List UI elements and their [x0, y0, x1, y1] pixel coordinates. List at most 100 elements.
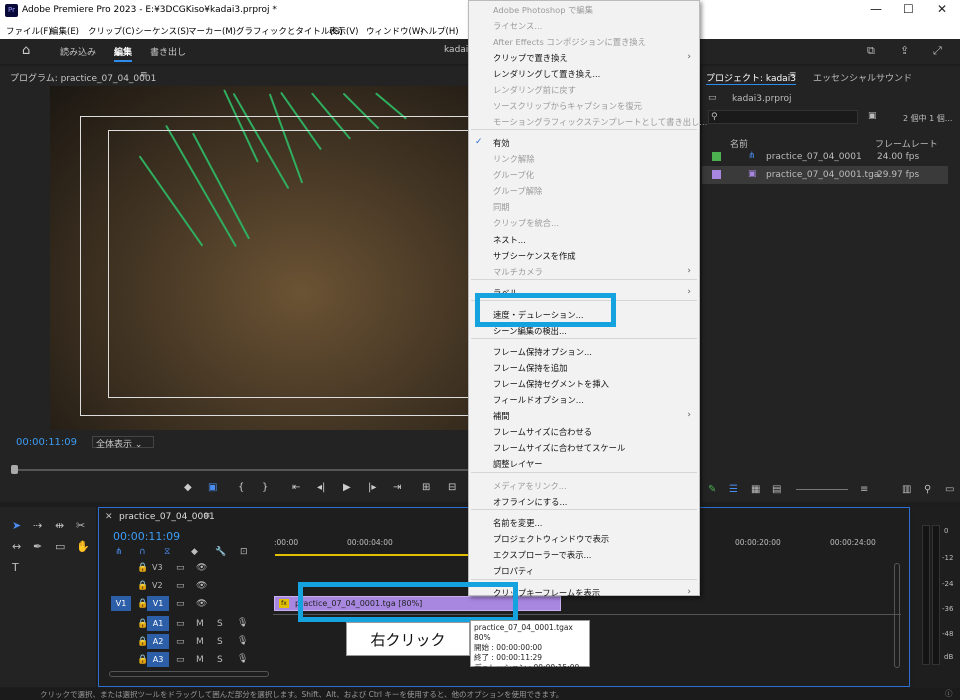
nest-icon[interactable]: ⋔ [115, 547, 123, 557]
safe-margins-icon[interactable]: ▣ [208, 482, 217, 493]
list-item[interactable]: ⋔ practice_07_04_0001 24.00 fps [702, 148, 948, 166]
maximize-button[interactable]: ☐ [903, 2, 914, 16]
linked-selection-icon[interactable]: ⧖ [164, 547, 170, 557]
context-menu-item[interactable]: フレームサイズに合わせる [493, 426, 592, 438]
find-icon[interactable]: ⚲ [924, 484, 931, 495]
timeline-tab[interactable]: practice_07_04_0001 [119, 512, 215, 522]
track-name[interactable]: A3 [147, 652, 169, 667]
eye-icon[interactable]: 👁 [196, 581, 207, 591]
tab-essential-sound[interactable]: エッセンシャルサウンド [813, 71, 912, 84]
pen-icon[interactable]: ✒ [33, 540, 42, 553]
slip-icon[interactable]: ↔ [12, 540, 21, 553]
close-icon[interactable]: ✕ [105, 512, 113, 522]
mark-out-icon[interactable]: } [262, 482, 268, 493]
step-back-icon[interactable]: ◂| [317, 482, 325, 493]
context-menu-item[interactable]: 有効 [493, 137, 510, 149]
lift-icon[interactable]: ⊞ [422, 482, 430, 493]
timeline-timecode[interactable]: 00:00:11:09 [113, 530, 180, 543]
horizontal-scrollbar[interactable] [109, 671, 269, 677]
zoom-select[interactable]: 全体表示 ⌄ [92, 436, 154, 450]
sync-icon[interactable]: ▭ [176, 655, 185, 665]
solo-button[interactable]: S [217, 637, 223, 647]
selection-tool-icon[interactable]: ➤ [12, 519, 21, 532]
context-menu-item[interactable]: プロパティ [493, 565, 534, 577]
minimize-button[interactable]: — [870, 2, 882, 16]
context-menu-item[interactable]: ネスト... [493, 234, 526, 246]
share-icon[interactable]: ⇪ [900, 44, 909, 57]
mute-button[interactable]: M [196, 619, 204, 629]
context-menu-item[interactable]: オフラインにする... [493, 496, 567, 508]
playhead-scrubber[interactable] [14, 469, 468, 471]
mic-icon[interactable]: 🎙 [237, 618, 248, 628]
marker-icon[interactable]: ◆ [184, 482, 192, 493]
captions-icon[interactable]: ⊡ [240, 547, 248, 557]
menu-help[interactable]: ヘルプ(H) [420, 25, 459, 37]
panel-menu-icon[interactable]: ≡ [789, 70, 797, 80]
context-menu-item[interactable]: サブシーケンスを作成 [493, 250, 576, 262]
automate-icon[interactable]: ▥ [902, 484, 911, 495]
menu-view[interactable]: 表示(V) [329, 25, 358, 37]
sync-icon[interactable]: ▭ [176, 581, 185, 591]
info-icon[interactable]: ⓘ [945, 688, 953, 699]
lock-icon[interactable]: 🔒 [137, 581, 148, 591]
go-to-out-icon[interactable]: ⇥ [393, 482, 401, 493]
eye-icon[interactable]: 👁 [196, 563, 207, 573]
menu-window[interactable]: ウィンドウ(W) [366, 25, 424, 37]
context-menu-item[interactable]: フレーム保持オプション... [493, 346, 592, 358]
mark-in-icon[interactable]: { [238, 482, 244, 493]
panel-menu-icon[interactable]: ≡ [140, 70, 148, 80]
pencil-icon[interactable]: ✎ [708, 484, 716, 495]
sync-icon[interactable]: ▭ [176, 599, 185, 609]
new-item-icon[interactable]: ▭ [945, 484, 954, 495]
context-menu-item[interactable]: フィールドオプション... [493, 394, 584, 406]
sort-icon[interactable]: ≡ [860, 484, 868, 495]
sync-icon[interactable]: ▭ [176, 619, 185, 629]
track-name[interactable]: A2 [147, 634, 169, 649]
playhead-handle[interactable] [11, 465, 18, 474]
menu-marker[interactable]: マーカー(M) [188, 25, 236, 37]
razor-icon[interactable]: ✂ [76, 519, 85, 532]
list-view-icon[interactable]: ☰ [729, 484, 738, 495]
track-name[interactable]: V1 [147, 596, 169, 611]
mic-icon[interactable]: 🎙 [237, 654, 248, 664]
quick-export-icon[interactable]: ⧉ [867, 44, 875, 58]
workspace-edit[interactable]: 編集 [114, 45, 133, 62]
mute-button[interactable]: M [196, 637, 204, 647]
workspace-import[interactable]: 読み込み [60, 45, 96, 58]
program-video-frame[interactable] [50, 86, 468, 430]
icon-view-icon[interactable]: ▦ [751, 484, 760, 495]
sync-icon[interactable]: ▭ [176, 563, 185, 573]
mic-icon[interactable]: 🎙 [237, 636, 248, 646]
context-menu-item[interactable]: エクスプローラーで表示... [493, 549, 591, 561]
context-menu-item[interactable]: フレームサイズに合わせてスケール [493, 442, 625, 454]
source-patch[interactable]: V1 [111, 596, 131, 611]
solo-button[interactable]: S [217, 619, 223, 629]
zoom-slider[interactable] [796, 489, 848, 490]
track-name[interactable]: V3 [152, 563, 163, 572]
menu-edit[interactable]: 編集(E) [50, 25, 79, 37]
vertical-scrollbar[interactable] [894, 563, 900, 668]
snap-icon[interactable]: ∩ [139, 547, 146, 557]
context-menu-item[interactable]: クリップで置き換え [493, 52, 568, 64]
lock-icon[interactable]: 🔒 [137, 563, 148, 573]
track-name[interactable]: V2 [152, 581, 163, 590]
eye-icon[interactable]: 👁 [196, 599, 207, 609]
menu-file[interactable]: ファイル(F) [6, 25, 52, 37]
fullscreen-icon[interactable]: ⤢ [933, 44, 942, 58]
panel-menu-icon[interactable]: ≡ [203, 511, 211, 521]
work-area-bar[interactable] [275, 554, 470, 556]
menu-clip[interactable]: クリップ(C) [88, 25, 135, 37]
mute-button[interactable]: M [196, 655, 204, 665]
extract-icon[interactable]: ⊟ [448, 482, 456, 493]
program-timecode[interactable]: 00:00:11:09 [16, 437, 77, 448]
menu-sequence[interactable]: シーケンス(S) [135, 25, 189, 37]
list-item[interactable]: ▣ practice_07_04_0001.tga 29.97 fps [702, 166, 948, 184]
play-icon[interactable]: ▶ [343, 482, 351, 493]
step-forward-icon[interactable]: |▸ [368, 482, 376, 493]
workspace-export[interactable]: 書き出し [150, 45, 186, 58]
context-menu-item[interactable]: 名前を変更... [493, 517, 542, 529]
context-menu-item[interactable]: レンダリングして置き換え... [493, 68, 600, 80]
track-select-icon[interactable]: ⇢ [33, 519, 42, 532]
track-name[interactable]: A1 [147, 616, 169, 631]
sync-icon[interactable]: ▭ [176, 637, 185, 647]
